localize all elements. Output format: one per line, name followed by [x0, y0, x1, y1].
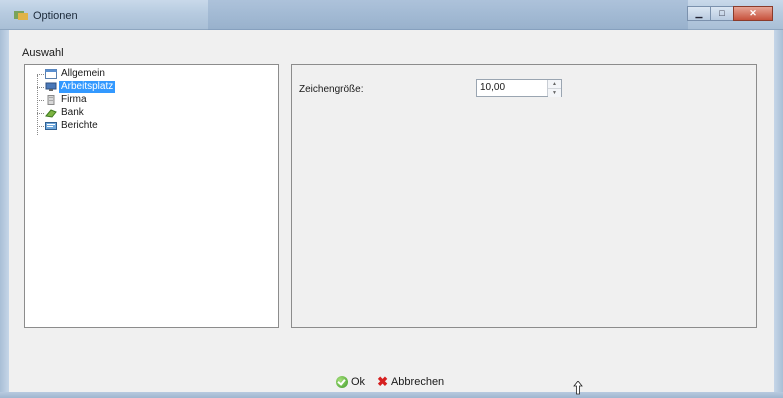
tree-item-label: Firma	[61, 94, 87, 105]
general-icon	[45, 69, 57, 79]
cancel-button-label: Abbrechen	[390, 376, 445, 388]
title-bar: Optionen ▁ □ ✕	[0, 0, 783, 30]
window-frame-left	[0, 30, 9, 398]
settings-panel	[291, 64, 757, 328]
title-bar-glass	[208, 0, 688, 30]
reports-icon	[45, 122, 57, 130]
window-controls: ▁ □ ✕	[687, 6, 773, 21]
stepper-down-button[interactable]: ▼	[548, 89, 561, 97]
font-size-label: Zeichengröße:	[299, 84, 364, 95]
options-app-icon	[14, 11, 28, 20]
ok-button[interactable]: Ok	[336, 376, 365, 388]
options-tree[interactable]: Allgemein Arbeitsplatz Firma Bank Berich…	[24, 64, 279, 328]
tree-item-label: Arbeitsplatz	[59, 81, 116, 93]
ok-button-label: Ok	[351, 376, 366, 388]
mouse-cursor-icon	[573, 381, 583, 395]
maximize-icon: □	[719, 8, 725, 18]
bank-icon	[45, 109, 57, 118]
close-icon: ✕	[749, 8, 757, 18]
check-icon	[336, 376, 348, 388]
tree-item-label: Allgemein	[61, 68, 105, 79]
tree-item-label: Bank	[61, 107, 84, 118]
company-icon	[47, 95, 55, 105]
minimize-icon: ▁	[695, 8, 703, 18]
cancel-button[interactable]: ✖ Abbrechen	[377, 374, 445, 389]
minimize-button[interactable]: ▁	[687, 6, 711, 21]
font-size-stepper[interactable]: 10,00 ▲ ▼	[476, 79, 562, 97]
workplace-icon	[45, 82, 57, 91]
stepper-up-button[interactable]: ▲	[548, 80, 561, 89]
stepper-buttons: ▲ ▼	[547, 80, 561, 97]
window-title: Optionen	[33, 10, 78, 22]
font-size-value[interactable]: 10,00	[480, 82, 505, 93]
window-frame-bottom	[0, 392, 783, 398]
tree-item-label: Berichte	[61, 120, 98, 131]
selection-group-label: Auswahl	[22, 47, 64, 59]
close-button[interactable]: ✕	[733, 6, 773, 21]
maximize-button[interactable]: □	[710, 6, 734, 21]
dialog-footer: Ok ✖ Abbrechen	[336, 374, 456, 389]
window-frame-right	[774, 30, 783, 398]
cross-icon: ✖	[377, 374, 388, 389]
